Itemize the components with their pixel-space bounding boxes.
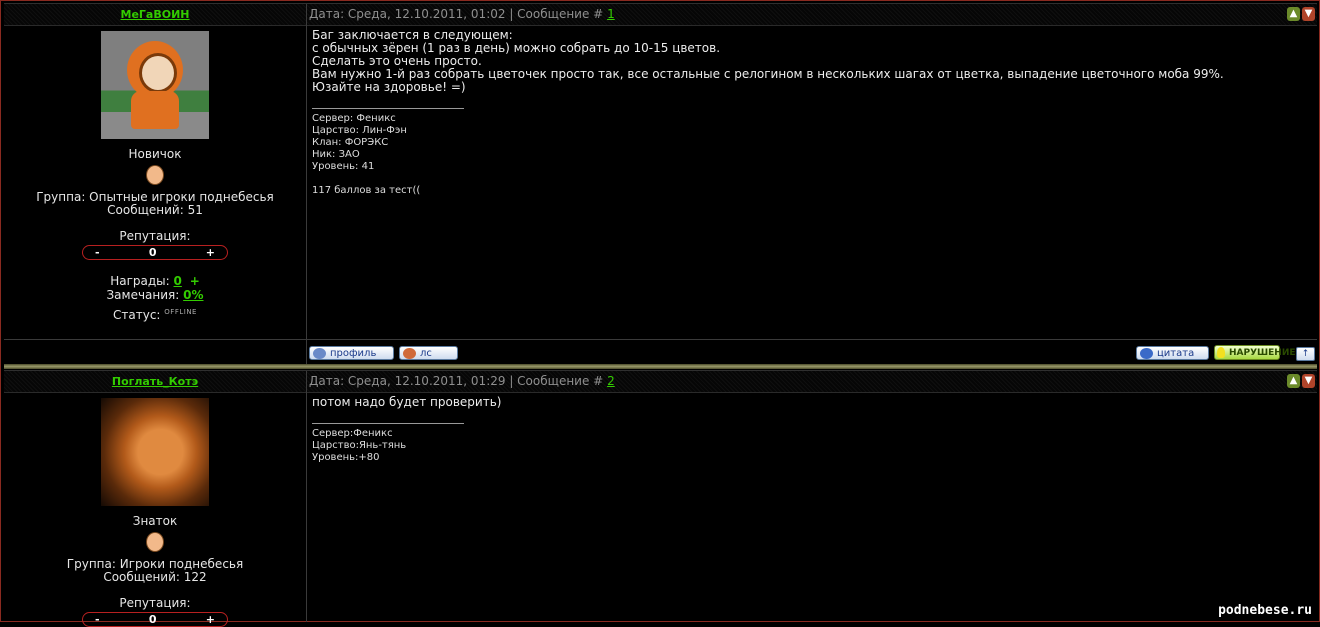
post-number-link[interactable]: 2 [607, 374, 615, 388]
reputation-label: Репутация: [119, 229, 191, 243]
reputation-label: Репутация: [119, 596, 191, 610]
author-link[interactable]: Поглать_Котэ [112, 375, 198, 388]
reputation-plus-button[interactable]: + [206, 246, 215, 259]
signature-line: Царство: Лин-Фэн [312, 125, 407, 136]
profile-icon [313, 348, 326, 359]
author-panel: Знаток Группа: Игроки поднебесья Сообщен… [4, 392, 307, 627]
user-group: Группа: Опытные игроки поднебесья Сообще… [4, 191, 306, 217]
thumbs-down-icon[interactable]: ▼ [1302, 7, 1315, 21]
signature-line: Сервер: Феникс [312, 113, 396, 124]
awards-count-link[interactable]: 0 [174, 274, 182, 288]
forum-post: МеГаВОИН Дата: Среда, 12.10.2011, 01:02 … [4, 3, 1317, 365]
signature-line [312, 173, 1312, 185]
thumbs-up-icon[interactable]: ▲ [1287, 374, 1300, 388]
user-rank: Знаток [132, 514, 178, 528]
message-count: Сообщений: 122 [103, 570, 207, 584]
signature-line: 117 баллов за тест(( [312, 185, 421, 196]
warnings-label: Замечания: [106, 288, 180, 302]
rank-icon [146, 532, 164, 552]
profile-button-label: профиль [330, 348, 377, 359]
author-link[interactable]: МеГаВОИН [121, 8, 190, 21]
message-count: Сообщений: 51 [107, 203, 203, 217]
violation-button-label: НАРУШЕНИЕ [1229, 348, 1296, 358]
lightbulb-icon [1217, 347, 1225, 358]
reputation-minus-button[interactable]: - [95, 613, 100, 626]
post-date: Дата: Среда, 12.10.2011, 01:02 | Сообщен… [309, 7, 604, 21]
signature-line: Царство:Янь-тянь [312, 440, 407, 451]
user-status: Статус: OFFLINE [4, 308, 306, 322]
reputation-widget: - 0 + [82, 612, 228, 627]
status-badge: OFFLINE [164, 308, 197, 316]
avatar [101, 398, 209, 506]
reputation-minus-button[interactable]: - [95, 246, 100, 259]
status-label: Статус: [113, 308, 161, 322]
post-body: потом надо будет проверить) Сервер:Феник… [312, 396, 1312, 464]
signature-divider [312, 108, 464, 109]
post-meta: Дата: Среда, 12.10.2011, 01:29 | Сообщен… [309, 371, 615, 392]
rating-controls: ▲ ▼ [1287, 374, 1315, 388]
reputation-value: 0 [148, 246, 157, 259]
author-panel: Новичок Группа: Опытные игроки поднебесь… [4, 25, 307, 339]
post-header: Поглать_Котэ Дата: Среда, 12.10.2011, 01… [4, 370, 1317, 393]
forum-post: Поглать_Котэ Дата: Среда, 12.10.2011, 01… [4, 370, 1317, 627]
signature-divider [312, 423, 464, 424]
warnings-value-link[interactable]: 0% [183, 288, 203, 302]
rank-icon [146, 165, 164, 185]
footer-left-cell [4, 340, 307, 364]
pm-button-label: лс [420, 348, 432, 359]
author-cell: МеГаВОИН [4, 4, 307, 25]
thumbs-up-icon[interactable]: ▲ [1287, 7, 1300, 21]
awards-block: Награды: 0 + Замечания: 0% [4, 274, 306, 302]
post-text-line: Юзайте на здоровье! =) [312, 80, 466, 94]
post-number-link[interactable]: 1 [607, 7, 615, 21]
scroll-top-button[interactable]: ↑ [1296, 347, 1315, 361]
site-watermark: podnebese.ru [1218, 603, 1312, 618]
users-icon [403, 348, 416, 359]
post-date: Дата: Среда, 12.10.2011, 01:29 | Сообщен… [309, 374, 604, 388]
signature-line: Сервер:Феникс [312, 428, 393, 439]
reputation-value: 0 [148, 613, 157, 626]
post-text-line: потом надо будет проверить) [312, 395, 502, 409]
profile-button[interactable]: профиль [309, 346, 394, 360]
user-rank: Новичок [128, 147, 182, 161]
report-violation-button[interactable]: НАРУШЕНИЕ [1214, 345, 1296, 360]
reputation-widget: - 0 + [82, 245, 228, 260]
signature-line: Ник: ЗАО [312, 149, 360, 160]
post-header: МеГаВОИН Дата: Среда, 12.10.2011, 01:02 … [4, 3, 1317, 26]
author-cell: Поглать_Котэ [4, 371, 307, 392]
quote-button[interactable]: цитата [1136, 346, 1209, 360]
signature: Сервер: Феникс Царство: Лин-Фэн Клан: ФО… [312, 113, 1312, 197]
avatar [101, 31, 209, 139]
avatar-face-shape [139, 53, 177, 93]
quote-button-label: цитата [1157, 348, 1195, 359]
post-separator [4, 364, 1317, 369]
signature-line: Клан: ФОРЭКС [312, 137, 389, 148]
reputation-plus-button[interactable]: + [206, 613, 215, 626]
user-group: Группа: Игроки поднебесья Сообщений: 122 [4, 558, 306, 584]
signature-line: Уровень: 41 [312, 161, 375, 172]
awards-label: Награды: [110, 274, 170, 288]
post-meta: Дата: Среда, 12.10.2011, 01:02 | Сообщен… [309, 4, 615, 25]
rating-controls: ▲ ▼ [1287, 7, 1315, 21]
pm-button[interactable]: лс [399, 346, 458, 360]
signature: Сервер:Феникс Царство:Янь-тянь Уровень:+… [312, 428, 1312, 464]
post-body: Баг заключается в следующем: с обычных з… [312, 29, 1312, 197]
avatar-body-shape [131, 91, 179, 129]
post-footer: профиль лс цитата НАРУШЕНИЕ ↑ [4, 339, 1317, 364]
thumbs-down-icon[interactable]: ▼ [1302, 374, 1315, 388]
signature-line: Уровень:+80 [312, 452, 380, 463]
add-award-button[interactable]: + [190, 274, 200, 288]
quote-icon [1140, 348, 1153, 359]
